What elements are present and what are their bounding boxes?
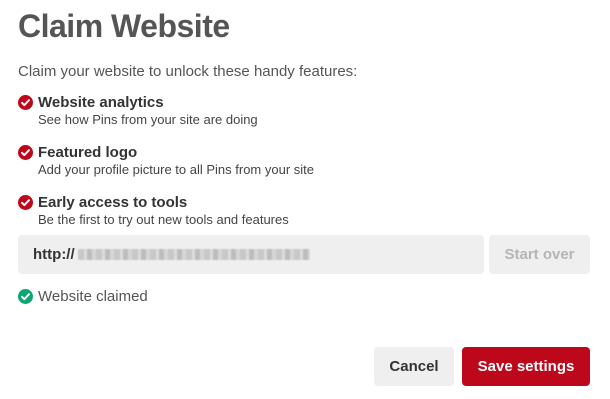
feature-description: See how Pins from your site are doing — [38, 112, 258, 127]
url-prefix: http:// — [33, 246, 75, 263]
status-text: Website claimed — [38, 287, 148, 305]
feature-featured-logo: Featured logo Add your profile picture t… — [18, 142, 314, 178]
feature-name: Website analytics — [38, 93, 164, 111]
start-over-button[interactable]: Start over — [489, 235, 590, 274]
check-circle-icon — [18, 194, 33, 210]
dialog-intro: Claim your website to unlock these handy… — [18, 63, 358, 80]
dialog-title: Claim Website — [18, 8, 230, 44]
feature-name: Early access to tools — [38, 193, 188, 211]
website-url-field[interactable]: http:// — [18, 235, 484, 274]
check-circle-icon — [18, 94, 33, 110]
claim-status: Website claimed — [18, 287, 148, 305]
feature-description: Be the first to try out new tools and fe… — [38, 212, 289, 227]
save-settings-button[interactable]: Save settings — [462, 347, 590, 386]
feature-description: Add your profile picture to all Pins fro… — [38, 162, 315, 177]
check-circle-icon — [18, 288, 33, 304]
feature-name: Featured logo — [38, 143, 138, 161]
feature-website-analytics: Website analytics See how Pins from your… — [18, 92, 258, 128]
feature-early-access: Early access to tools Be the first to tr… — [18, 192, 289, 228]
check-circle-icon — [18, 144, 33, 160]
cancel-button[interactable]: Cancel — [374, 347, 454, 386]
redacted-url — [77, 249, 310, 260]
